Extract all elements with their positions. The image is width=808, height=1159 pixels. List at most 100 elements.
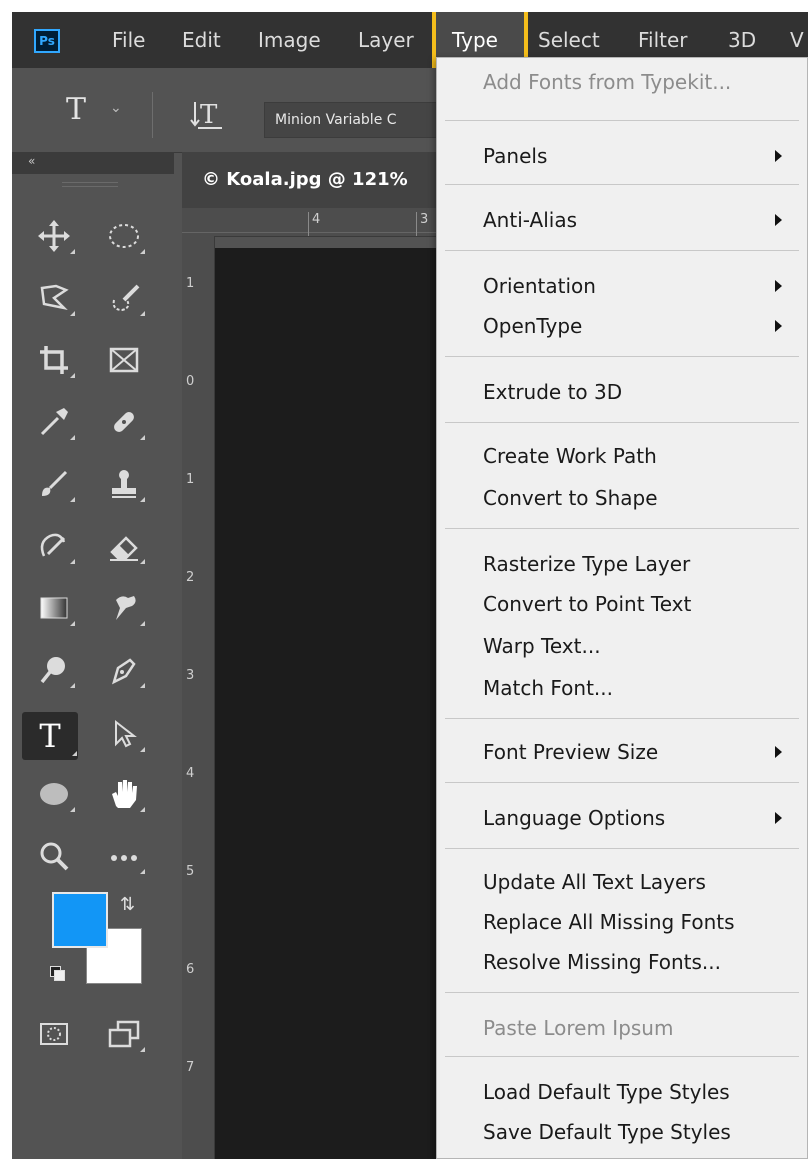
submenu-arrow-icon: [775, 150, 782, 162]
ruler-number: 3: [420, 212, 429, 227]
menu-item-replace-all-missing-fonts[interactable]: Replace All Missing Fonts: [437, 902, 807, 942]
menu-file[interactable]: File: [112, 27, 145, 53]
submenu-arrow-icon: [775, 320, 782, 332]
ruler-number: 5: [186, 864, 195, 879]
menu-separator: [445, 356, 799, 357]
menu-image[interactable]: Image: [258, 27, 321, 53]
menu-layer[interactable]: Layer: [358, 27, 414, 53]
collapse-icon[interactable]: «: [28, 154, 35, 168]
photoshop-logo-icon: Ps: [34, 29, 60, 53]
menu-item-paste-lorem-ipsum[interactable]: Paste Lorem Ipsum: [437, 1008, 807, 1048]
submenu-arrow-icon: [775, 812, 782, 824]
hand-icon[interactable]: [102, 776, 146, 816]
lasso-icon[interactable]: [32, 280, 76, 320]
menu-item-convert-to-shape[interactable]: Convert to Shape: [437, 478, 807, 518]
crop-icon[interactable]: [32, 342, 76, 382]
menu-item-create-work-path[interactable]: Create Work Path: [437, 436, 807, 476]
default-colors-icon[interactable]: [50, 966, 65, 981]
menu-separator: [445, 848, 799, 849]
ellipse-shape-icon[interactable]: [32, 776, 76, 816]
frame-icon[interactable]: [102, 342, 146, 382]
menu-item-orientation[interactable]: Orientation: [437, 266, 807, 306]
ruler-number: 0: [186, 374, 195, 389]
ruler-number: 7: [186, 1060, 195, 1075]
menu-separator: [445, 422, 799, 423]
menu-item-match-font[interactable]: Match Font...: [437, 668, 807, 708]
type-tool-icon: T: [66, 92, 87, 127]
menu-item-font-preview-size[interactable]: Font Preview Size: [437, 732, 807, 772]
panel-grip[interactable]: [62, 182, 118, 183]
menu-item-label: Anti-Alias: [483, 208, 578, 232]
menu-item-add-fonts-from-typekit[interactable]: Add Fonts from Typekit...: [437, 62, 807, 102]
menu-edit[interactable]: Edit: [182, 27, 221, 53]
menu-item-resolve-missing-fonts[interactable]: Resolve Missing Fonts...: [437, 942, 807, 982]
pen-icon[interactable]: [102, 652, 146, 692]
menu-separator: [445, 782, 799, 783]
ruler-number: 3: [186, 668, 195, 683]
panel-grip[interactable]: [62, 186, 118, 187]
eraser-icon[interactable]: [102, 528, 146, 568]
stamp-icon[interactable]: [102, 466, 146, 506]
ellipse-marquee-icon[interactable]: [102, 218, 146, 258]
menu-item-panels[interactable]: Panels: [437, 136, 807, 176]
menu-separator: [445, 1056, 799, 1057]
menu-3d[interactable]: 3D: [728, 27, 756, 53]
menu-item-extrude-to-3d[interactable]: Extrude to 3D: [437, 372, 807, 412]
menu-item-warp-text[interactable]: Warp Text...: [437, 626, 807, 666]
gradient-icon[interactable]: [32, 590, 76, 630]
smudge-icon[interactable]: [102, 590, 146, 630]
brush-icon[interactable]: [32, 466, 76, 506]
move-icon[interactable]: [32, 218, 76, 258]
submenu-arrow-icon: [775, 746, 782, 758]
tool-preset-picker[interactable]: T ⌄: [62, 90, 132, 130]
zoom-icon[interactable]: [32, 838, 76, 878]
menu-view[interactable]: V: [790, 27, 804, 53]
menu-filter[interactable]: Filter: [638, 27, 688, 53]
menu-item-save-default-type-styles[interactable]: Save Default Type Styles: [437, 1112, 807, 1152]
ruler-number: 1: [186, 472, 195, 487]
vertical-ruler[interactable]: 1 0 1 2 3 4 5 6 7: [182, 236, 215, 1159]
options-separator: [152, 92, 153, 138]
menu-separator: [445, 250, 799, 251]
menu-item-update-all-text-layers[interactable]: Update All Text Layers: [437, 862, 807, 902]
quick-mask-icon[interactable]: [32, 1016, 76, 1056]
foreground-color-swatch[interactable]: [52, 892, 108, 948]
tools-panel: « T ⇅: [12, 152, 174, 1159]
path-selection-icon[interactable]: [102, 716, 146, 756]
menu-item-opentype[interactable]: OpenType: [437, 306, 807, 346]
eyedropper-icon[interactable]: [32, 404, 76, 444]
more-tools-icon[interactable]: [102, 838, 146, 878]
history-brush-icon[interactable]: [32, 528, 76, 568]
healing-brush-icon[interactable]: [102, 404, 146, 444]
menu-item-label: Orientation: [483, 274, 596, 298]
menu-item-label: Language Options: [483, 806, 666, 830]
type-menu-dropdown: Add Fonts from Typekit... Panels Anti-Al…: [436, 57, 808, 1159]
menu-separator: [445, 120, 799, 121]
menu-item-rasterize-type-layer[interactable]: Rasterize Type Layer: [437, 544, 807, 584]
type-icon[interactable]: T: [22, 712, 78, 760]
menu-separator: [445, 184, 799, 185]
menu-item-convert-to-point-text[interactable]: Convert to Point Text: [437, 584, 807, 624]
swap-colors-icon[interactable]: ⇅: [120, 894, 135, 915]
menu-separator: [445, 528, 799, 529]
menu-type[interactable]: Type: [452, 27, 498, 53]
menu-separator: [445, 992, 799, 993]
photoshop-window: Ps File Edit Image Layer Type Select Fil…: [12, 12, 808, 1159]
font-family-field[interactable]: Minion Variable C: [264, 102, 464, 138]
ruler-number: 2: [186, 570, 195, 585]
svg-text:T: T: [200, 100, 218, 130]
ruler-number: 4: [312, 212, 321, 227]
tools-panel-header: «: [12, 152, 174, 174]
menu-item-language-options[interactable]: Language Options: [437, 798, 807, 838]
menu-item-label: Font Preview Size: [483, 740, 659, 764]
quick-selection-icon[interactable]: [102, 280, 146, 320]
menu-separator: [445, 718, 799, 719]
menu-item-label: OpenType: [483, 314, 583, 338]
menu-select[interactable]: Select: [538, 27, 600, 53]
dodge-icon[interactable]: [32, 652, 76, 692]
menu-item-load-default-type-styles[interactable]: Load Default Type Styles: [437, 1072, 807, 1112]
screen-mode-icon[interactable]: [102, 1016, 146, 1056]
menu-item-anti-alias[interactable]: Anti-Alias: [437, 200, 807, 240]
submenu-arrow-icon: [775, 214, 782, 226]
toggle-text-orientation-icon[interactable]: T: [190, 96, 226, 132]
